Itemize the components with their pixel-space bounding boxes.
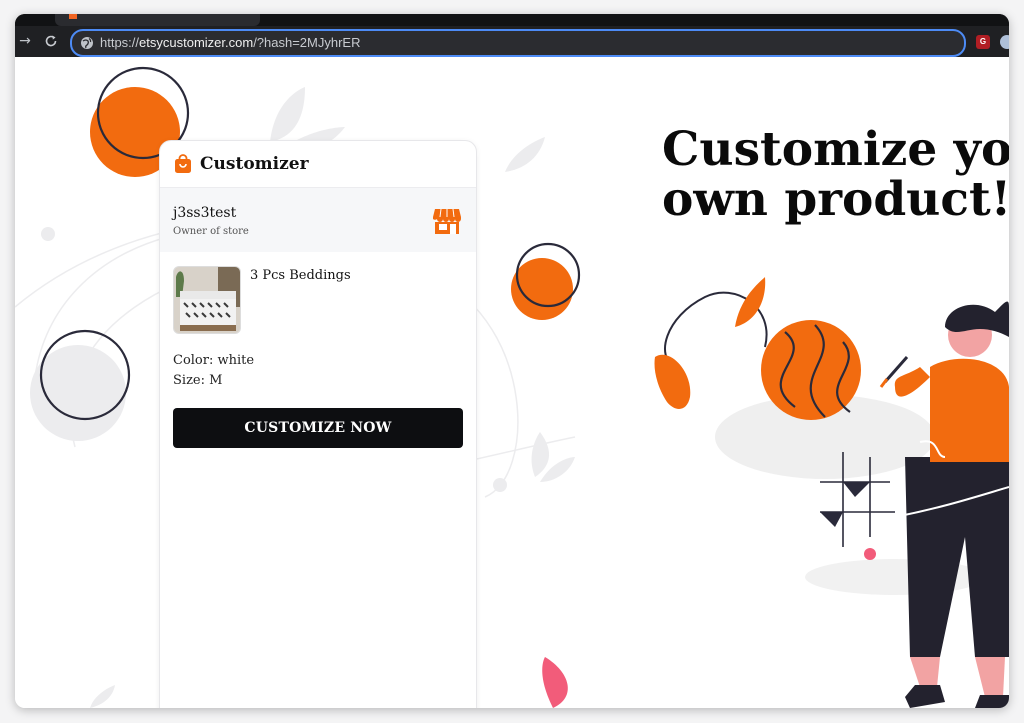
hero-title-line2: own product! [662,172,1009,227]
product-image [173,266,241,334]
browser-window: → https://etsycustomizer.com/?hash=2MJyh… [15,14,1009,708]
favicon-icon [69,14,77,19]
product-color: Color: white [173,353,255,368]
globe-icon [81,37,93,49]
panel-title: Customizer [200,154,309,174]
shopping-bag-icon [175,154,191,173]
product-size: Size: M [173,373,223,388]
forward-button[interactable]: → [17,33,33,49]
profile-avatar[interactable] [1000,35,1009,49]
store-info: j3ss3test Owner of store [160,188,476,252]
store-role: Owner of store [173,226,249,237]
bedding-image [174,267,240,333]
storefront-icon[interactable] [432,207,462,235]
hero-title: Customize yo own product! [662,125,1009,225]
store-name: j3ss3test [173,205,237,221]
url-text: https://etsycustomizer.com/?hash=2MJyhrE… [100,31,361,55]
active-tab[interactable] [55,14,260,26]
product-name: 3 Pcs Beddings [250,268,351,283]
woman-figure [879,301,1009,708]
tab-strip [15,14,1009,26]
reload-button[interactable] [43,33,59,49]
hero-title-line1: Customize yo [662,122,1009,177]
url-path: /?hash=2MJyhrER [253,35,361,50]
url-domain: etsycustomizer.com [139,35,254,50]
address-bar[interactable]: https://etsycustomizer.com/?hash=2MJyhrE… [70,29,966,57]
panel-header: Customizer [160,141,476,188]
customize-now-button[interactable]: CUSTOMIZE NOW [173,408,463,448]
url-prefix: https:// [100,35,140,50]
browser-toolbar: → https://etsycustomizer.com/?hash=2MJyh… [15,14,1009,57]
extension-icon[interactable]: G [976,35,990,49]
customizer-panel: Customizer j3ss3test Owner of store 3 Pc… [159,140,477,708]
reload-icon [45,35,57,47]
page-viewport: Customize yo own product! Customizer j3s… [15,57,1009,708]
